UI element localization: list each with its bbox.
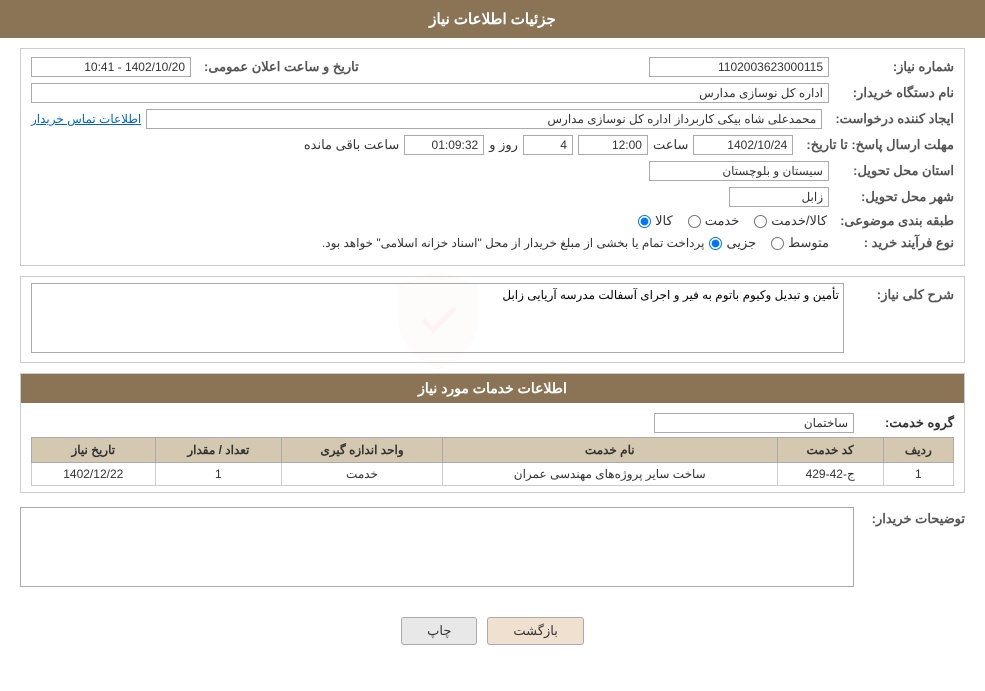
need-number-input (649, 57, 829, 77)
buyer-notes-textarea[interactable] (20, 507, 854, 587)
requester-label: ایجاد کننده درخواست: (827, 111, 954, 127)
col-code: کد خدمت (777, 438, 883, 463)
services-section: اطلاعات خدمات مورد نیاز گروه خدمت: ردیف … (20, 373, 965, 493)
radio-motavasset-input[interactable] (771, 237, 784, 250)
row-category: طبقه بندی موضوعی: کالا/خدمت خدمت کالا (31, 213, 954, 229)
page-wrapper: جزئیات اطلاعات نیاز شماره نیاز: تاریخ و … (0, 0, 985, 691)
process-radio-group: متوسط جزیی (709, 235, 829, 251)
need-number-label: شماره نیاز: (834, 59, 954, 75)
announce-input (31, 57, 191, 77)
city-label: شهر محل تحویل: (834, 189, 954, 205)
process-label: نوع فرآیند خرید : (834, 235, 954, 251)
row-process: نوع فرآیند خرید : متوسط جزیی پرداخت تمام… (31, 235, 954, 251)
services-table: ردیف کد خدمت نام خدمت واحد اندازه گیری ت… (31, 437, 954, 486)
col-date: تاریخ نیاز (32, 438, 156, 463)
radio-kala-label: کالا (655, 213, 673, 229)
deadline-label: مهلت ارسال پاسخ: تا تاریخ: (798, 137, 954, 153)
services-table-header-row: ردیف کد خدمت نام خدمت واحد اندازه گیری ت… (32, 438, 954, 463)
watermark-icon (383, 265, 493, 375)
row-buyer-org: نام دستگاه خریدار: (31, 83, 954, 103)
print-button[interactable]: چاپ (401, 617, 477, 645)
radio-khedmat-input[interactable] (688, 215, 701, 228)
row-requester: ایجاد کننده درخواست: اطلاعات تماس خریدار (31, 109, 954, 129)
page-title: جزئیات اطلاعات نیاز (429, 11, 556, 28)
cell-date: 1402/12/22 (32, 463, 156, 486)
province-input (649, 161, 829, 181)
description-container: تأمین و تبدیل وکیوم باتوم به فیر و اجرای… (31, 283, 844, 356)
radio-khedmat[interactable]: خدمت (688, 213, 740, 229)
services-header: اطلاعات خدمات مورد نیاز (21, 374, 964, 403)
radio-kala-khedmat[interactable]: کالا/خدمت (754, 213, 827, 229)
city-input (729, 187, 829, 207)
contact-link[interactable]: اطلاعات تماس خریدار (31, 112, 141, 126)
buyer-notes-row: توضیحات خریدار: (20, 503, 965, 594)
description-label: شرح کلی نیاز: (854, 283, 954, 303)
row-city: شهر محل تحویل: (31, 187, 954, 207)
row-need-number: شماره نیاز: تاریخ و ساعت اعلان عمومی: (31, 57, 954, 77)
province-label: استان محل تحویل: (834, 163, 954, 179)
deadline-date-input (693, 135, 793, 155)
category-radio-group: کالا/خدمت خدمت کالا (638, 213, 827, 229)
radio-kala[interactable]: کالا (638, 213, 673, 229)
remaining-label: روز و (489, 137, 518, 153)
cell-code: ج-42-429 (777, 463, 883, 486)
col-unit: واحد اندازه گیری (282, 438, 443, 463)
service-group-label: گروه خدمت: (864, 415, 954, 431)
deadline-time-input (578, 135, 648, 155)
services-table-body: 1ج-42-429ساخت سایر پروژه‌های مهندسی عمرا… (32, 463, 954, 486)
radio-jozii-label: جزیی (726, 235, 756, 251)
announce-label: تاریخ و ساعت اعلان عمومی: (196, 59, 359, 75)
buyer-notes-container (20, 507, 854, 590)
cell-unit: خدمت (282, 463, 443, 486)
buyer-org-input (31, 83, 829, 103)
main-content: شماره نیاز: تاریخ و ساعت اعلان عمومی: نا… (0, 38, 985, 670)
description-section: شرح کلی نیاز: تأمین و تبدیل وکیوم باتوم … (20, 276, 965, 363)
remaining-days-input (523, 135, 573, 155)
table-row: 1ج-42-429ساخت سایر پروژه‌های مهندسی عمرا… (32, 463, 954, 486)
process-note: پرداخت تمام یا بخشی از مبلغ خریدار از مح… (322, 236, 705, 250)
requester-input (146, 109, 822, 129)
col-name: نام خدمت (442, 438, 777, 463)
page-header: جزئیات اطلاعات نیاز (0, 0, 985, 38)
radio-kala-input[interactable] (638, 215, 651, 228)
basic-info-body: شماره نیاز: تاریخ و ساعت اعلان عمومی: نا… (21, 49, 964, 265)
radio-jozii[interactable]: جزیی (709, 235, 756, 251)
service-group-row: گروه خدمت: (31, 409, 954, 437)
radio-motavasset-label: متوسط (788, 235, 829, 251)
row-province: استان محل تحویل: (31, 161, 954, 181)
row-deadline: مهلت ارسال پاسخ: تا تاریخ: ساعت روز و سا… (31, 135, 954, 155)
back-button[interactable]: بازگشت (487, 617, 583, 645)
cell-name: ساخت سایر پروژه‌های مهندسی عمران (442, 463, 777, 486)
buttons-row: بازگشت چاپ (20, 602, 965, 660)
remaining-time-label: ساعت باقی مانده (304, 137, 399, 153)
radio-khedmat-label: خدمت (705, 213, 740, 229)
services-table-head: ردیف کد خدمت نام خدمت واحد اندازه گیری ت… (32, 438, 954, 463)
category-label: طبقه بندی موضوعی: (832, 213, 954, 229)
radio-kala-khedmat-input[interactable] (754, 215, 767, 228)
basic-info-section: شماره نیاز: تاریخ و ساعت اعلان عمومی: نا… (20, 48, 965, 266)
col-row: ردیف (883, 438, 953, 463)
services-body: گروه خدمت: ردیف کد خدمت نام خدمت واحد ان… (21, 403, 964, 492)
remaining-time-input (404, 135, 484, 155)
cell-row: 1 (883, 463, 953, 486)
deadline-time-label: ساعت (653, 137, 688, 153)
radio-jozii-input[interactable] (709, 237, 722, 250)
buyer-notes-label: توضیحات خریدار: (864, 507, 965, 527)
description-row: شرح کلی نیاز: تأمین و تبدیل وکیوم باتوم … (21, 277, 964, 362)
service-group-input (654, 413, 854, 433)
buyer-org-label: نام دستگاه خریدار: (834, 85, 954, 101)
radio-motavasset[interactable]: متوسط (771, 235, 829, 251)
cell-quantity: 1 (155, 463, 282, 486)
services-title: اطلاعات خدمات مورد نیاز (418, 380, 567, 396)
col-qty: تعداد / مقدار (155, 438, 282, 463)
radio-kala-khedmat-label: کالا/خدمت (771, 213, 827, 229)
